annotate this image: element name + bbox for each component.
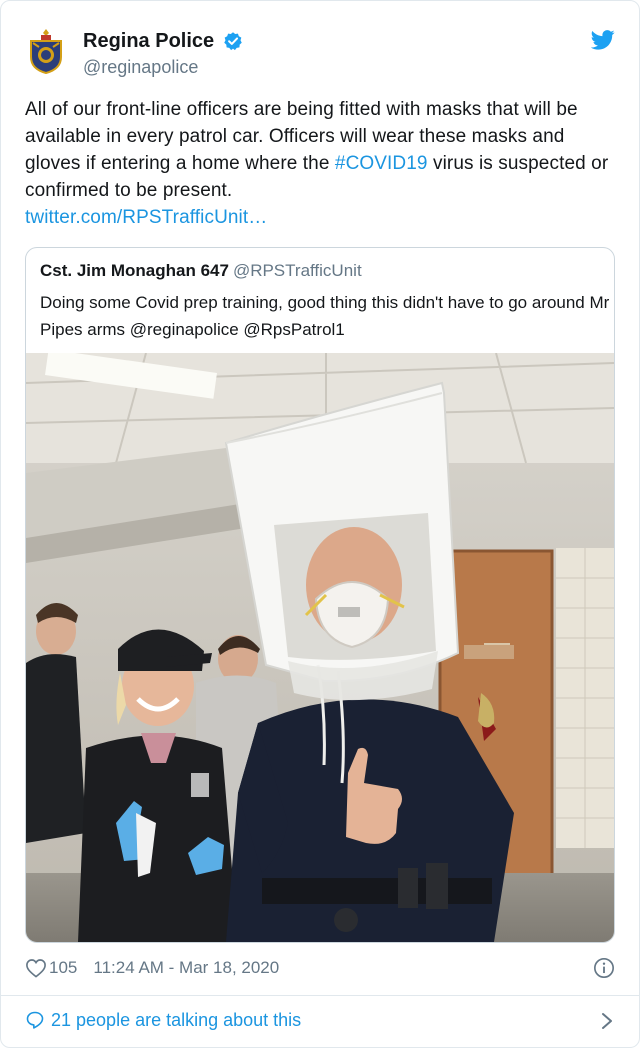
author-handle[interactable]: @reginapolice [83,55,243,79]
author-block: Regina Police @reginapolice [83,29,243,79]
speech-bubble-icon [26,1011,44,1029]
hashtag-link[interactable]: #COVID19 [335,153,428,174]
conversation-link[interactable]: 21 people are talking about this [25,1009,617,1035]
divider [1,995,639,996]
avatar[interactable] [25,27,67,75]
quoted-photo[interactable] [26,353,614,942]
tweet-meta: 105 11:24 AM - Mar 18, 2020 [25,957,617,981]
heart-icon[interactable] [25,958,47,978]
quoted-tweet[interactable]: Cst. Jim Monaghan 647 @RPSTrafficUnit Doi… [25,247,615,943]
quoted-header: Cst. Jim Monaghan 647 @RPSTrafficUnit [40,260,362,282]
twitter-bird-icon[interactable] [591,29,615,51]
tweet-text: All of our front-line officers are being… [25,96,617,231]
quoted-author-handle: @RPSTrafficUnit [232,261,362,280]
tweet-header: Regina Police @reginapolice [25,25,617,81]
quoted-author-name: Cst. Jim Monaghan 647 [40,261,229,280]
info-icon[interactable] [593,957,615,979]
author-name[interactable]: Regina Police [83,29,214,53]
verified-badge-icon [223,32,242,51]
tweet-card: Regina Police @reginapolice All of our f… [0,0,640,1048]
conversation-count: 21 people are talking about this [51,1009,302,1030]
quoted-text: Doing some Covid prep training, good thi… [40,293,610,339]
url-link[interactable]: twitter.com/RPSTrafficUnit… [25,207,267,228]
like-count[interactable]: 105 [49,958,77,977]
chevron-right-icon[interactable] [601,1012,613,1030]
tweet-timestamp[interactable]: 11:24 AM - Mar 18, 2020 [93,958,279,977]
